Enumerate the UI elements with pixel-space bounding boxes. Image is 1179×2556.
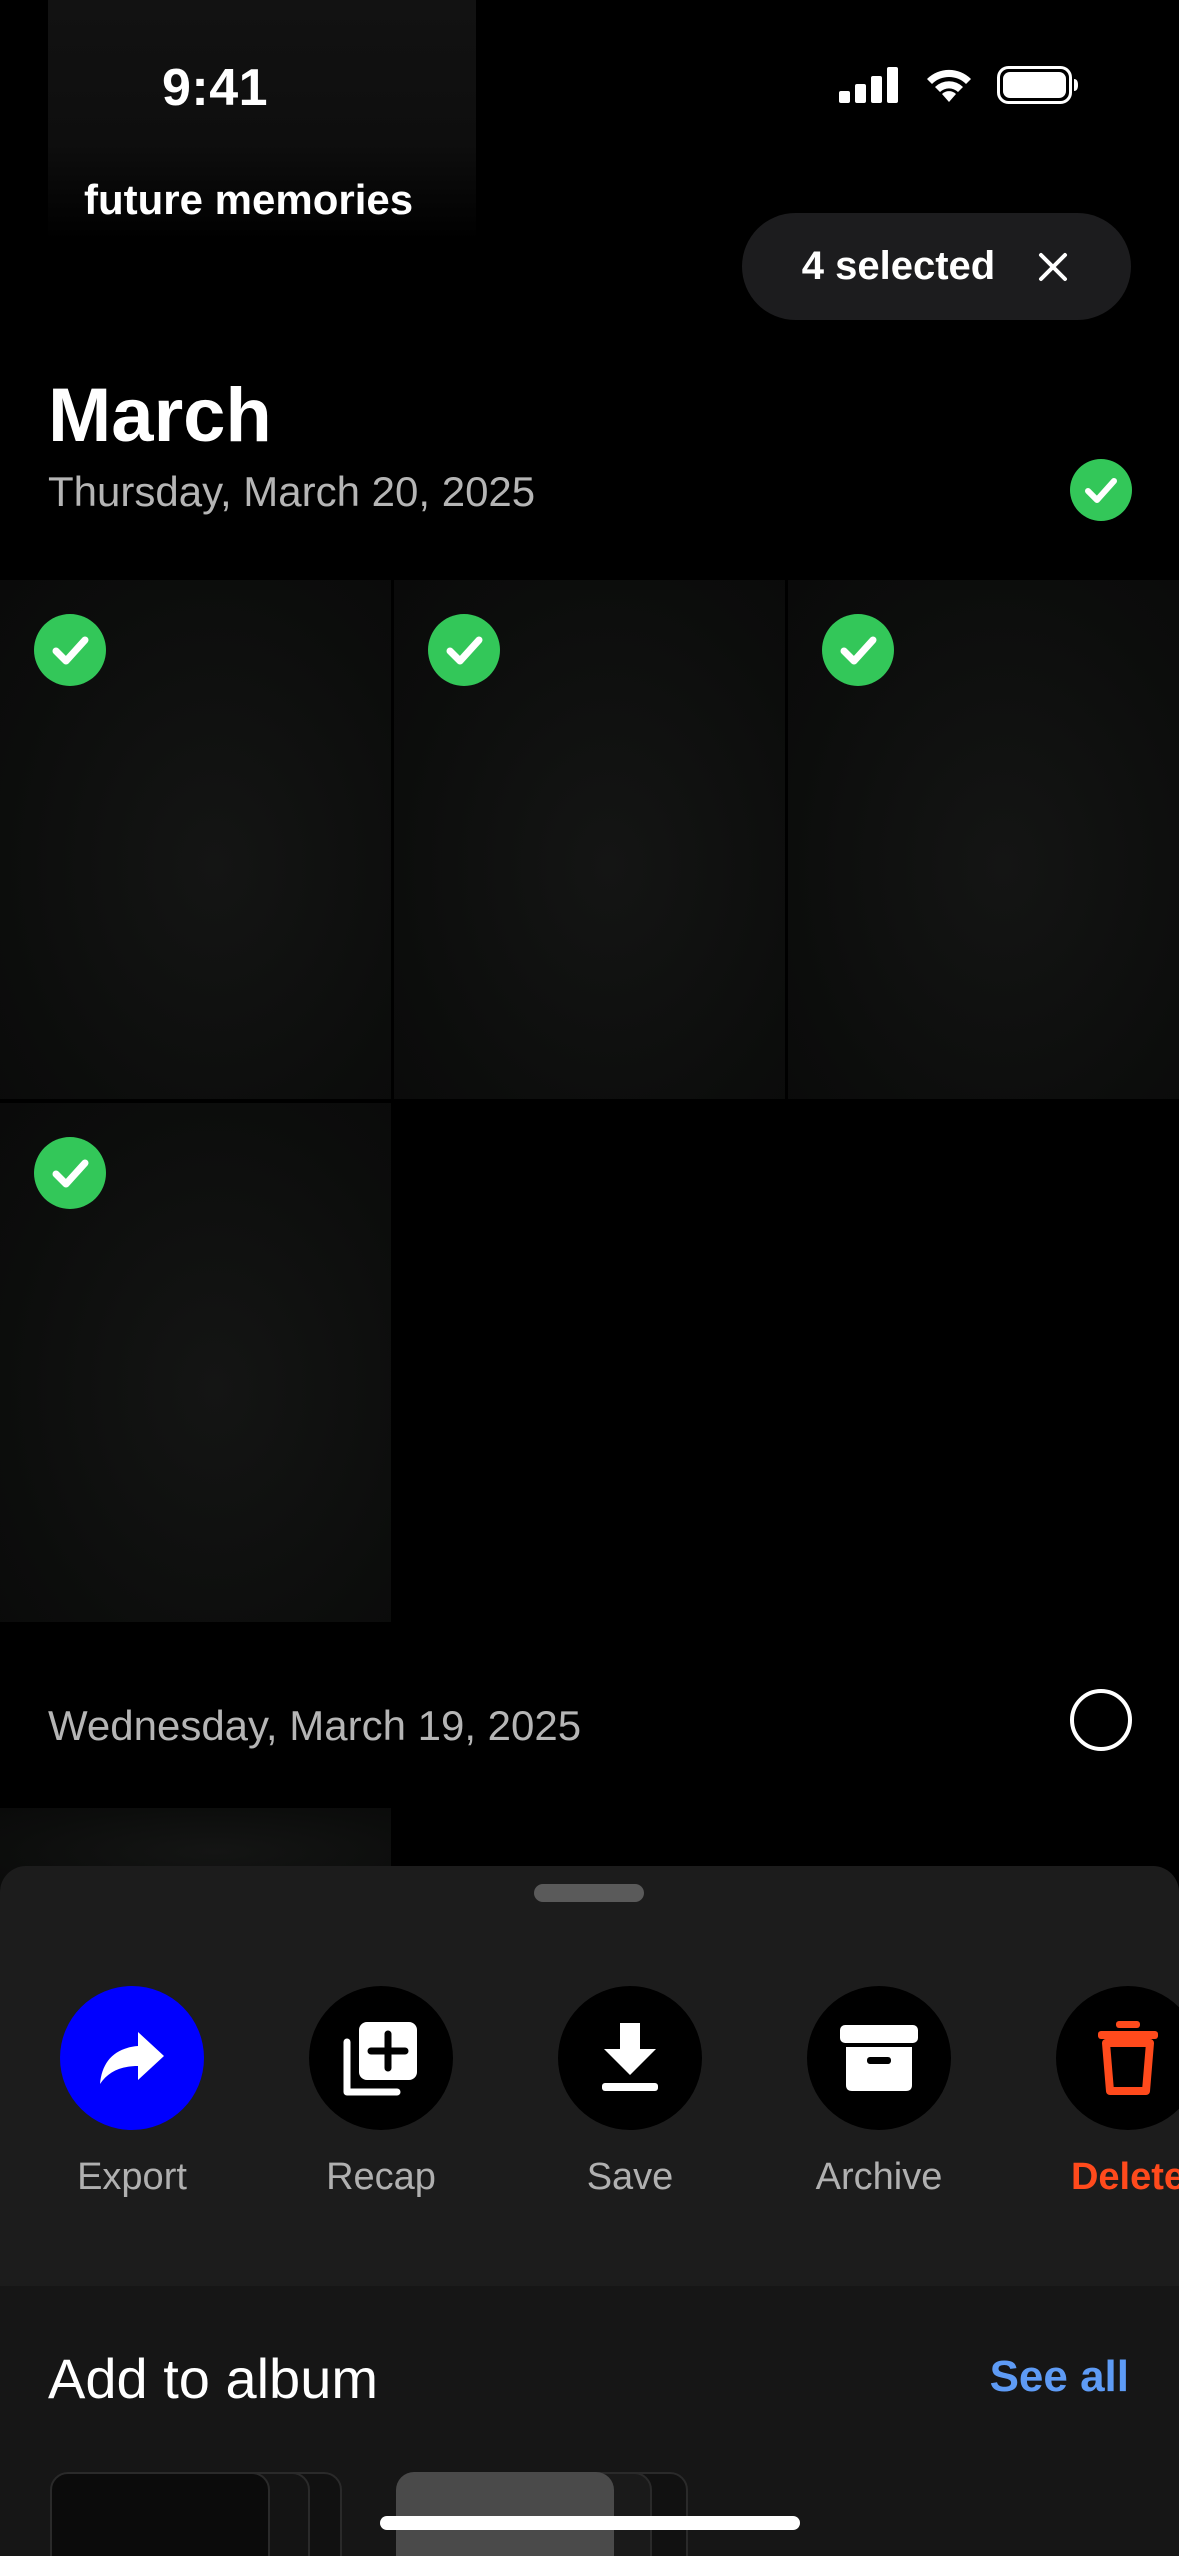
signal-icon [839,67,898,103]
status-bar: 9:41 [0,0,1179,170]
sheet-grabber[interactable] [534,1884,644,1902]
photo-tile[interactable] [0,1103,391,1622]
selection-count: 4 selected [801,244,996,288]
checkmark-icon[interactable] [34,614,106,686]
status-icons [839,66,1079,104]
photo-tile[interactable] [394,580,785,1099]
album-title: future memories [84,176,414,223]
photo-tile[interactable] [0,580,391,1099]
photo-tile[interactable] [788,580,1179,1099]
album-card[interactable] [50,2472,270,2556]
checkmark-icon[interactable] [34,1137,106,1209]
day-label: Wednesday, March 19, 2025 [48,1702,582,1749]
selection-pill[interactable]: 4 selected [742,213,1131,320]
download-icon [558,1986,702,2130]
checkmark-icon [1085,478,1117,503]
trash-icon [1056,1986,1179,2130]
archive-label: Archive [815,2156,943,2198]
close-icon[interactable] [1035,249,1071,285]
wifi-icon [927,69,971,102]
album-card[interactable] [396,2472,614,2556]
month-heading: March [48,373,272,458]
day-label: Thursday, March 20, 2025 [48,468,536,515]
add-to-stack-icon [309,1986,453,2130]
checkmark-icon[interactable] [428,614,500,686]
recap-label: Recap [326,2156,436,2198]
status-time: 9:41 [162,59,269,117]
share-arrow-icon [60,1986,204,2130]
save-button[interactable]: Save [530,1986,730,2199]
home-indicator[interactable] [380,2516,800,2530]
checkmark-icon[interactable] [822,614,894,686]
day-select-circle[interactable] [1070,1689,1132,1751]
day-select-checkmark[interactable] [1070,459,1132,521]
delete-button[interactable]: Delete [1028,1986,1179,2199]
battery-icon [997,66,1078,104]
recap-button[interactable]: Recap [281,1986,481,2199]
see-all-link[interactable]: See all [990,2352,1129,2402]
export-button[interactable]: Export [32,1986,232,2199]
archive-button[interactable]: Archive [779,1986,979,2199]
save-label: Save [586,2156,674,2198]
export-label: Export [77,2156,187,2198]
delete-label: Delete [1070,2156,1179,2198]
archive-box-icon [807,1986,951,2130]
add-to-album-title: Add to album [48,2347,378,2410]
